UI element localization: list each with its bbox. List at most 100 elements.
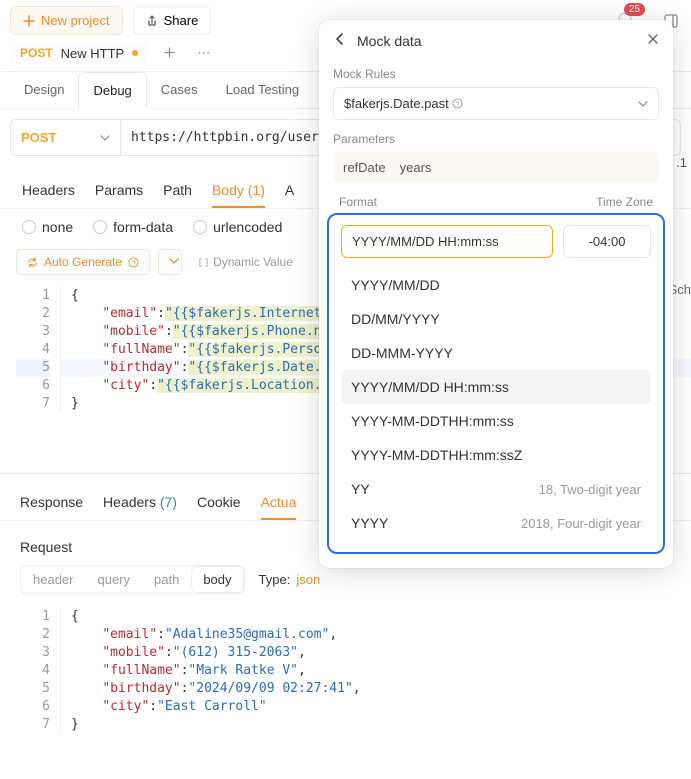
format-option-label: YY (351, 481, 370, 497)
chevron-down-icon (169, 256, 179, 266)
format-option[interactable]: YY 18, Two-digit year (341, 472, 651, 506)
unsaved-dot-icon (132, 50, 138, 56)
tab-debug[interactable]: Debug (78, 72, 146, 109)
close-icon (647, 33, 659, 45)
auto-generate-button[interactable]: Auto Generate ? (16, 249, 150, 275)
radio-none-label: none (42, 219, 73, 235)
type-label: Type: (259, 572, 291, 587)
response-body-viewer: 1234567 { "email":"Adaline35@gmail.com",… (0, 604, 691, 734)
back-button[interactable] (333, 32, 347, 49)
new-project-button[interactable]: New project (10, 6, 123, 35)
tab-load-testing[interactable]: Load Testing (212, 72, 314, 108)
gutter: 1234567 (16, 608, 60, 734)
format-option-label: YYYY-MM-DDTHH:mm:ss (351, 413, 514, 429)
arrow-left-icon (333, 32, 347, 46)
pill-body[interactable]: body (191, 566, 243, 593)
mock-rule-select[interactable]: $fakerjs.Date.past ? (333, 87, 659, 120)
window-tab-http[interactable]: POST New HTTP (10, 42, 148, 65)
radio-form-data-label: form-data (113, 219, 173, 235)
radio-urlencoded-label: urlencoded (213, 219, 282, 235)
tab-more-button[interactable]: ⋯ (191, 41, 216, 65)
format-options: YYYY/MM/DD DD/MM/YYYY DD-MMM-YYYY YYYY/M… (341, 268, 651, 540)
tab-cases[interactable]: Cases (147, 72, 212, 108)
code-lines: { "email":"Adaline35@gmail.com", "mobile… (60, 608, 691, 734)
format-label: Format (339, 195, 596, 209)
format-option-label: YYYY/MM/DD HH:mm:ss (351, 379, 509, 395)
svg-text:?: ? (132, 258, 136, 267)
gutter: 1234567 (16, 287, 60, 413)
format-inputs (341, 225, 651, 258)
format-option-label: YYYY-MM-DDTHH:mm:ssZ (351, 447, 522, 463)
request-pill-row: header query path body Type: json (0, 565, 691, 604)
tab-params[interactable]: Params (95, 174, 143, 208)
tab-title: New HTTP (61, 46, 125, 61)
timezone-label: Time Zone (596, 195, 653, 209)
format-option[interactable]: DD/MM/YYYY (341, 302, 651, 336)
tab-headers[interactable]: Headers (22, 174, 75, 208)
plus-icon (23, 15, 35, 27)
auto-generate-dropdown[interactable] (158, 249, 182, 275)
parameters-row: refDate years (333, 152, 659, 183)
chevron-down-icon (638, 99, 648, 109)
tab-body-label: Body (212, 182, 244, 198)
mock-rules-label: Mock Rules (333, 67, 659, 81)
format-option[interactable]: DD-MMM-YYYY (341, 336, 651, 370)
radio-form-data[interactable]: form-data (93, 219, 173, 235)
param-years[interactable]: years (400, 160, 432, 175)
mock-data-panel: Mock data Mock Rules $fakerjs.Date.past … (319, 20, 673, 568)
restab-headers-label: Headers (103, 494, 156, 510)
format-option[interactable]: YYYY 2018, Four-digit year (341, 506, 651, 540)
panel-title: Mock data (357, 33, 637, 49)
restab-headers[interactable]: Headers (7) (103, 486, 177, 520)
param-refdate[interactable]: refDate (343, 160, 386, 175)
restab-cookie[interactable]: Cookie (197, 486, 241, 520)
help-icon: ? (452, 98, 463, 109)
format-dropdown: YYYY/MM/DD DD/MM/YYYY DD-MMM-YYYY YYYY/M… (327, 213, 665, 554)
new-project-label: New project (41, 13, 110, 28)
type-json: json (296, 572, 320, 587)
svg-text:?: ? (456, 99, 460, 108)
restab-response[interactable]: Response (20, 486, 83, 520)
format-option-label: DD-MMM-YYYY (351, 345, 453, 361)
format-option[interactable]: YYYY-MM-DDTHH:mm:ss (341, 404, 651, 438)
close-button[interactable] (647, 33, 659, 48)
chevron-down-icon (100, 133, 110, 143)
pill-path[interactable]: path (142, 566, 191, 593)
format-option-label: YYYY (351, 515, 388, 531)
tab-path[interactable]: Path (163, 174, 192, 208)
format-option-label: YYYY/MM/DD (351, 277, 440, 293)
radio-urlencoded[interactable]: urlencoded (193, 219, 282, 235)
tab-design[interactable]: Design (10, 72, 78, 108)
share-button[interactable]: Share (133, 6, 212, 35)
panel-body: Mock Rules $fakerjs.Date.past ? Paramete… (319, 67, 673, 195)
format-option-hint: 18, Two-digit year (539, 482, 641, 497)
dynamic-value-button[interactable]: Dynamic Value (198, 255, 293, 269)
auto-generate-label: Auto Generate (44, 255, 122, 269)
method-select[interactable]: POST (10, 119, 120, 156)
pill-query[interactable]: query (85, 566, 142, 593)
help-icon: ? (128, 257, 139, 268)
format-option-label: DD/MM/YYYY (351, 311, 440, 327)
refresh-icon (27, 257, 38, 268)
tab-body[interactable]: Body (1) (212, 174, 265, 208)
parameters-label: Parameters (333, 132, 659, 146)
mock-rule-value: $fakerjs.Date.past ? (344, 96, 463, 111)
plus-icon (164, 47, 175, 58)
format-option-hint: 2018, Four-digit year (521, 516, 641, 531)
share-icon (146, 15, 158, 27)
add-tab-button[interactable] (158, 42, 181, 65)
timezone-input[interactable] (563, 225, 651, 258)
tab-method: POST (20, 46, 53, 60)
dynamic-value-label: Dynamic Value (213, 255, 293, 269)
tab-auth[interactable]: A (285, 174, 294, 208)
format-option[interactable]: YYYY/MM/DD (341, 268, 651, 302)
pill-header[interactable]: header (21, 566, 85, 593)
panel-header: Mock data (319, 20, 673, 61)
radio-none[interactable]: none (22, 219, 73, 235)
http-version-label: .1 (676, 155, 687, 170)
format-option[interactable]: YYYY/MM/DD HH:mm:ss (341, 370, 651, 404)
format-input[interactable] (341, 225, 553, 258)
tab-body-count: (1) (248, 182, 265, 198)
restab-actual[interactable]: Actua (261, 486, 297, 520)
format-option[interactable]: YYYY-MM-DDTHH:mm:ssZ (341, 438, 651, 472)
